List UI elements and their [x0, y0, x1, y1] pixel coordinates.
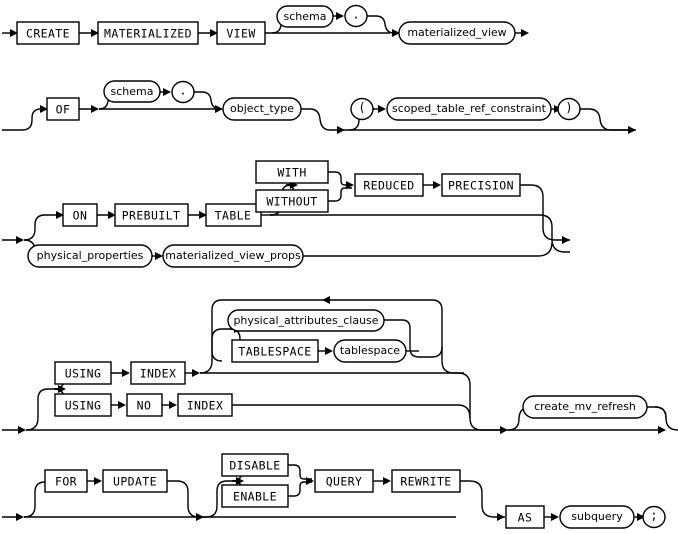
with-keyword-label: WITH — [277, 166, 306, 180]
close-paren-punctuation-label: ) — [565, 101, 572, 115]
rewrite-keyword-label: REWRITE — [400, 475, 451, 489]
materialized-view-nonterminal-label: materialized_view — [407, 26, 506, 39]
materialized-view-props-nonterminal-label: materialized_view_props — [165, 249, 301, 262]
materialized-keyword-label: MATERIALIZED — [104, 27, 192, 41]
open-paren-punctuation-label: ( — [358, 101, 365, 115]
as-keyword-label: AS — [518, 511, 533, 525]
index-keyword-label: INDEX — [140, 367, 177, 381]
of-keyword-label: OF — [56, 103, 71, 117]
dot-punctuation-label: . — [179, 84, 186, 98]
railroad-diagram: CREATE MATERIALIZED VIEW schema . materi… — [0, 0, 678, 534]
view-keyword-label: VIEW — [226, 27, 255, 41]
disable-keyword-label: DISABLE — [229, 459, 280, 473]
row-create-materialized-view: CREATE MATERIALIZED VIEW schema . materi… — [2, 4, 529, 45]
physical-properties-nonterminal-label: physical_properties — [37, 249, 144, 262]
index-keyword-2-label: INDEX — [187, 399, 224, 413]
scoped-table-ref-constraint-nonterminal-label: scoped_table_ref_constraint — [392, 102, 547, 115]
semicolon-punctuation-label: ; — [650, 509, 657, 523]
row-using-index: USING INDEX physical_attributes_clause T… — [2, 296, 678, 434]
update-keyword-label: UPDATE — [113, 475, 157, 489]
precision-keyword-label: PRECISION — [448, 179, 514, 193]
schema-nonterminal-label: schema — [111, 85, 154, 98]
tablespace-nonterminal-label: tablespace — [340, 344, 400, 357]
dot-punctuation-label: . — [352, 8, 359, 22]
prebuilt-keyword-label: PREBUILT — [122, 209, 181, 223]
using-keyword-label: USING — [65, 367, 102, 381]
for-keyword-label: FOR — [55, 475, 77, 489]
using-keyword-2-label: USING — [65, 399, 102, 413]
no-keyword-label: NO — [137, 399, 152, 413]
schema-nonterminal-label: schema — [284, 10, 327, 23]
query-keyword-label: QUERY — [326, 475, 363, 489]
row-on-prebuilt-table: ON PREBUILT TABLE WITH WITHOUT REDUCED P — [2, 160, 570, 268]
on-keyword-label: ON — [73, 209, 88, 223]
row-of-object-type: OF schema . object_type ( scoped_table_r… — [2, 80, 636, 134]
physical-attributes-clause-nonterminal-label: physical_attributes_clause — [233, 314, 378, 327]
table-keyword-label: TABLE — [215, 209, 252, 223]
object-type-nonterminal-label: object_type — [230, 102, 294, 115]
enable-keyword-label: ENABLE — [233, 490, 277, 504]
create-mv-refresh-nonterminal-label: create_mv_refresh — [534, 400, 636, 413]
subquery-nonterminal-label: subquery — [571, 510, 623, 523]
without-keyword-label: WITHOUT — [266, 195, 317, 209]
reduced-keyword-label: REDUCED — [363, 179, 414, 193]
row-for-update-query-rewrite: FOR UPDATE DISABLE ENABLE QUERY REWRITE … — [2, 453, 666, 529]
tablespace-keyword-label: TABLESPACE — [238, 345, 311, 359]
create-keyword-label: CREATE — [26, 27, 70, 41]
